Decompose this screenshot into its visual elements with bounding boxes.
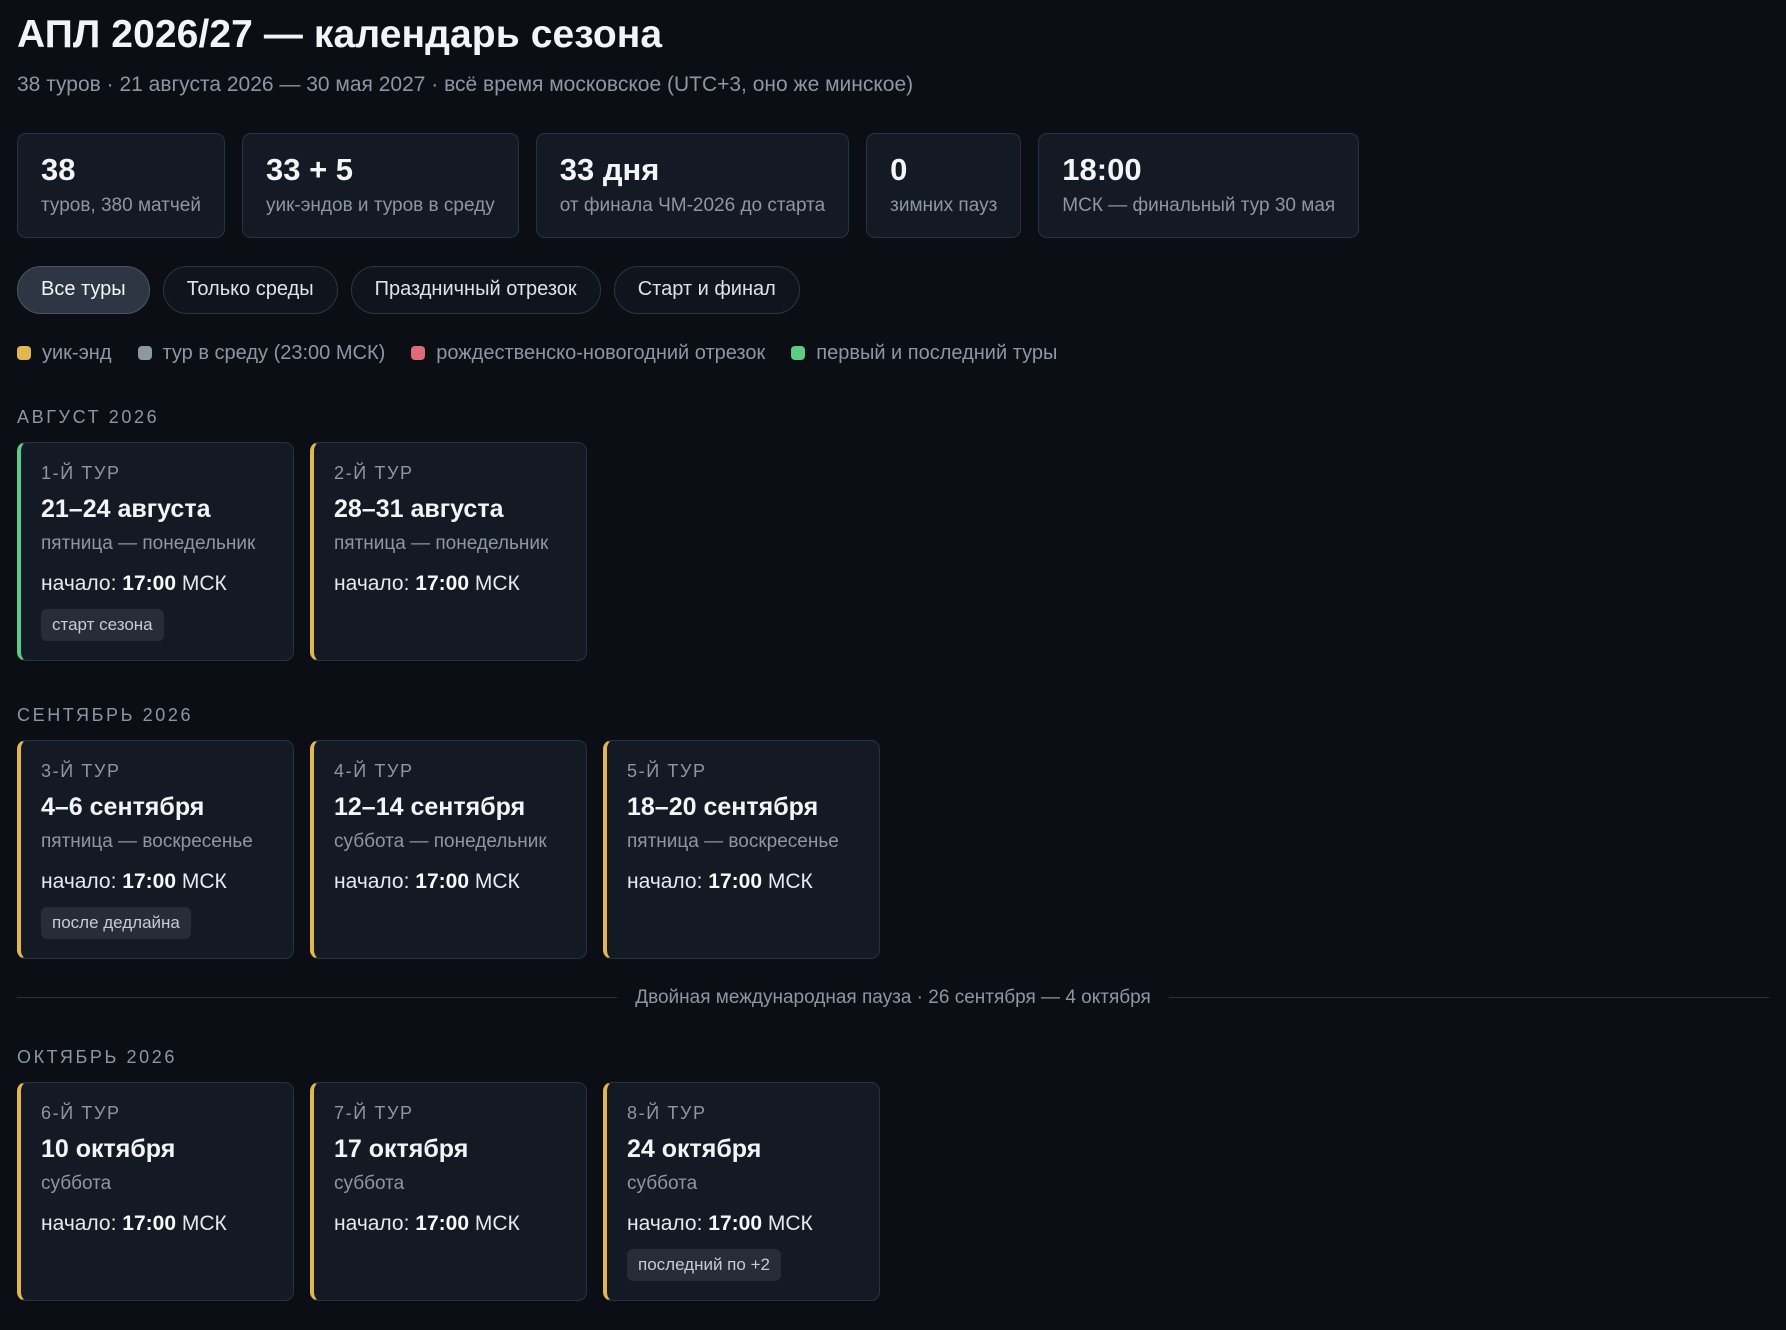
stat-card-weekends: 33 + 5 уик-эндов и туров в среду <box>241 132 519 238</box>
round-dates: 10 октября <box>41 1134 176 1163</box>
stat-label: МСК — финальный тур 30 мая <box>1062 194 1336 216</box>
round-card-6[interactable]: 6-й тур 10 октября суббота начало: 17:00… <box>17 1081 294 1301</box>
round-dates: 28–31 августа <box>334 494 504 523</box>
filter-start-and-final[interactable]: Старт и финал <box>613 265 800 314</box>
legend-label: рождественско-новогодний отрезок <box>436 341 766 364</box>
round-label: 2-й тур <box>334 462 414 483</box>
legend-swatch-holiday <box>411 346 426 361</box>
legend-swatch-wednesday <box>137 346 152 361</box>
month-cards-september: 3-й тур 4–6 сентября пятница — воскресен… <box>17 739 1769 959</box>
legend-swatch-weekend <box>17 346 31 361</box>
filter-holiday-stretch[interactable]: Праздничный отрезок <box>350 265 601 314</box>
stat-value: 33 дня <box>559 151 660 187</box>
legend-item-wednesday: тур в среду (23:00 МСК) <box>137 341 386 365</box>
stat-label: от финала ЧМ-2026 до старта <box>559 194 826 216</box>
round-card-4[interactable]: 4-й тур 12–14 сентября суббота — понедел… <box>310 739 587 959</box>
round-tag: старт сезона <box>41 608 164 641</box>
round-tag: после дедлайна <box>41 906 191 939</box>
round-label: 6-й тур <box>41 1102 121 1123</box>
round-start-time: начало: 17:00 МСК <box>627 1211 813 1235</box>
stat-card-rounds: 38 туров, 380 матчей <box>17 132 225 238</box>
month-title-august: Август 2026 <box>17 406 160 427</box>
round-card-7[interactable]: 7-й тур 17 октября суббота начало: 17:00… <box>310 1081 587 1301</box>
stat-value: 33 + 5 <box>265 151 354 187</box>
filter-all-rounds[interactable]: Все туры <box>17 265 150 314</box>
round-start-time: начало: 17:00 МСК <box>334 869 520 893</box>
legend-item-holiday: рождественско-новогодний отрезок <box>411 342 765 365</box>
round-days: суббота <box>334 1172 405 1194</box>
round-card-1[interactable]: 1-й тур 21–24 августа пятница — понедель… <box>17 441 294 661</box>
stat-label: туров, 380 матчей <box>41 194 201 216</box>
legend-item-first-last: первый и последний туры <box>791 342 1057 365</box>
round-days: суббота <box>41 1172 112 1194</box>
filter-wednesdays[interactable]: Только среды <box>162 265 338 314</box>
round-start-time: начало: 17:00 МСК <box>334 1211 520 1235</box>
round-card-3[interactable]: 3-й тур 4–6 сентября пятница — воскресен… <box>17 739 294 959</box>
round-card-5[interactable]: 5-й тур 18–20 сентября пятница — воскрес… <box>603 739 880 959</box>
round-days: пятница — воскресенье <box>41 830 253 852</box>
round-label: 3-й тур <box>41 760 121 781</box>
legend-label: уик-энд <box>42 341 112 364</box>
stat-value: 18:00 <box>1062 151 1142 187</box>
round-dates: 18–20 сентября <box>627 792 819 821</box>
international-break-divider: Двойная международная пауза · 26 сентябр… <box>17 987 1769 1009</box>
round-start-time: начало: 17:00 МСК <box>41 571 227 595</box>
round-days: суббота — понедельник <box>334 830 547 852</box>
round-label: 1-й тур <box>41 462 121 483</box>
round-card-8[interactable]: 8-й тур 24 октября суббота начало: 17:00… <box>603 1081 880 1301</box>
round-days: пятница — воскресенье <box>627 830 839 852</box>
round-dates: 21–24 августа <box>41 494 211 523</box>
month-title-october: Октябрь 2026 <box>17 1046 177 1067</box>
legend-swatch-first-last <box>791 346 806 361</box>
legend-label: тур в среду (23:00 МСК) <box>162 341 386 364</box>
round-days: пятница — понедельник <box>334 532 549 554</box>
round-days: суббота <box>627 1172 698 1194</box>
round-start-time: начало: 17:00 МСК <box>41 1211 227 1235</box>
round-dates: 17 октября <box>334 1134 469 1163</box>
round-days: пятница — понедельник <box>41 532 256 554</box>
page-title: АПЛ 2026/27 — календарь сезона <box>17 13 663 56</box>
round-label: 5-й тур <box>627 760 707 781</box>
round-tag: последний по +2 <box>627 1248 781 1281</box>
divider-line <box>17 997 618 999</box>
international-break-label: Двойная международная пауза · 26 сентябр… <box>635 986 1151 1008</box>
stat-label: уик-эндов и туров в среду <box>265 194 495 216</box>
legend-item-weekend: уик-энд <box>17 342 112 365</box>
stat-value: 0 <box>890 151 908 187</box>
round-start-time: начало: 17:00 МСК <box>627 869 813 893</box>
round-label: 4-й тур <box>334 760 414 781</box>
round-label: 8-й тур <box>627 1102 707 1123</box>
divider-line <box>1168 997 1769 999</box>
round-start-time: начало: 17:00 МСК <box>41 869 227 893</box>
round-start-time: начало: 17:00 МСК <box>334 571 520 595</box>
stat-card-winter-breaks: 0 зимних пауз <box>866 132 1022 238</box>
legend-label: первый и последний туры <box>816 341 1058 364</box>
round-label: 7-й тур <box>334 1102 414 1123</box>
round-dates: 12–14 сентября <box>334 792 526 821</box>
month-title-september: Сентябрь 2026 <box>17 704 194 725</box>
stats-row: 38 туров, 380 матчей 33 + 5 уик-эндов и … <box>17 132 1769 238</box>
round-card-2[interactable]: 2-й тур 28–31 августа пятница — понедель… <box>310 441 587 661</box>
month-cards-october: 6-й тур 10 октября суббота начало: 17:00… <box>17 1081 1769 1301</box>
stat-card-days-gap: 33 дня от финала ЧМ-2026 до старта <box>535 132 850 238</box>
stat-value: 38 <box>41 151 76 187</box>
page-subtitle: 38 туров · 21 августа 2026 — 30 мая 2027… <box>17 72 914 96</box>
month-cards-august: 1-й тур 21–24 августа пятница — понедель… <box>17 441 1769 661</box>
round-dates: 4–6 сентября <box>41 792 205 821</box>
filter-bar: Все туры Только среды Праздничный отрезо… <box>17 265 1769 314</box>
legend: уик-энд тур в среду (23:00 МСК) рождеств… <box>17 342 1769 365</box>
stat-label: зимних пауз <box>890 194 998 216</box>
round-dates: 24 октября <box>627 1134 762 1163</box>
stat-card-final-time: 18:00 МСК — финальный тур 30 мая <box>1038 132 1360 238</box>
page: АПЛ 2026/27 — календарь сезона 38 туров … <box>0 0 1786 1301</box>
